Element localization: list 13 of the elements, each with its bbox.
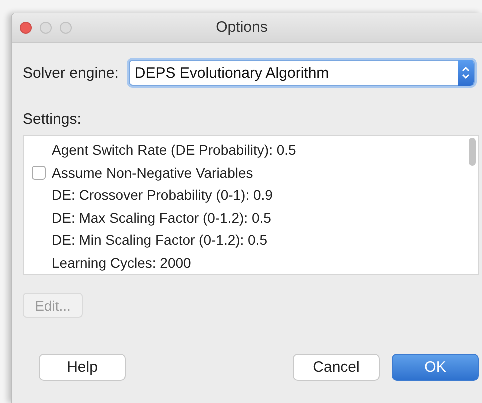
default-button[interactable]: OK <box>392 354 479 381</box>
dialog-button[interactable]: Cancel <box>293 354 380 381</box>
solver-engine-label: Solver engine: <box>23 64 119 82</box>
setting-item[interactable]: Learning Cycles: 2000 <box>52 254 192 271</box>
dialog-button[interactable]: Help <box>39 354 126 381</box>
solver-engine-dropdown[interactable]: DEPS Evolutionary Algorithm <box>128 60 475 86</box>
setting-item[interactable]: DE: Min Scaling Factor (0-1.2): 0.5 <box>52 232 268 248</box>
setting-item[interactable]: Agent Switch Rate (DE Probability): 0.5 <box>52 142 296 158</box>
setting-item[interactable]: Assume Non-Negative Variables <box>52 164 254 181</box>
settings-label: Settings: <box>23 111 82 128</box>
window-title: Options <box>216 19 268 36</box>
setting-item[interactable]: DE: Max Scaling Factor (0-1.2): 0.5 <box>52 210 272 226</box>
setting-item[interactable]: DE: Crossover Probability (0-1): 0.9 <box>52 187 273 204</box>
